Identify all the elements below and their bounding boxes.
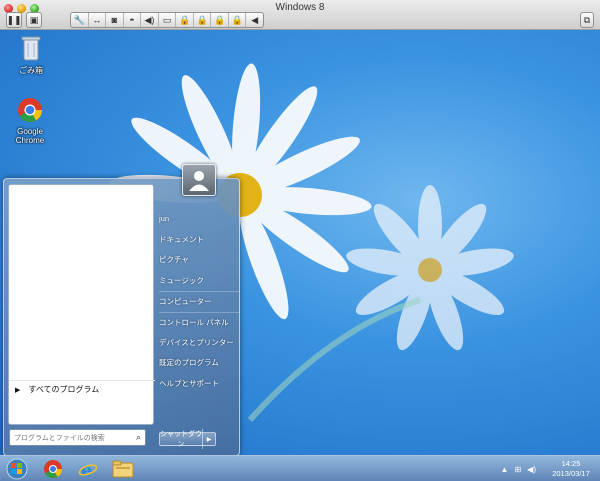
search-placeholder: プログラムとファイルの検索 [14,434,105,442]
clock-time: 14:25 [561,459,581,468]
show-hidden-icons-arrow-icon[interactable]: ▲ [501,465,509,474]
svg-text:e: e [81,460,92,479]
start-menu-programs-pane: ▶ すべてのプログラム [8,184,155,425]
start-menu: ▶ すべてのプログラム プログラムとファイルの検索 ⌕ jun ドキュメント ピ… [3,164,240,456]
taskbar-chrome-button[interactable] [38,458,68,480]
system-tray: ▲ ⊞ ◀) 14:25 2013/03/17 [501,456,600,481]
explorer-folder-icon [112,460,134,478]
wrench-icon: 🔧 [73,14,85,25]
settings-button[interactable]: 🔧 [71,13,89,27]
start-button[interactable] [2,458,32,480]
chrome-icon [18,98,42,123]
monitor-icon: ▭ [162,14,172,25]
shutdown-options-arrow-icon[interactable]: ▶ [203,436,215,443]
desktop-icon-recycle-bin[interactable]: ごみ箱 [3,35,59,76]
usb-lock-3[interactable]: 🔒 [211,13,229,27]
start-item-devices-printers[interactable]: デバイスとプリンター [159,333,239,354]
right-triangle-icon: ▶ [15,386,21,394]
lock-icon: 🔒 [196,14,208,25]
start-orb-icon [6,458,28,480]
desktop-icon-label: ごみ箱 [19,66,43,75]
lock-icon: 🔒 [231,14,243,25]
snapshot-button[interactable]: ▣ [26,12,42,28]
start-item-documents[interactable]: ドキュメント [159,230,239,251]
start-item-music[interactable]: ミュージック [159,271,239,292]
user-picture[interactable] [182,164,216,196]
lock-icon: 🔒 [178,14,191,25]
start-search-input[interactable]: プログラムとファイルの検索 ⌕ [9,429,146,446]
all-programs-label: すべてのプログラム [28,385,100,394]
start-item-default-programs[interactable]: 既定のプログラム [159,353,239,374]
snapshot-icon: ▣ [29,14,39,25]
display-button[interactable]: ▭ [159,13,177,27]
lock-icon: 🔒 [214,14,226,25]
network-icon[interactable]: ⊞ [514,465,521,474]
vm-toolbar-group: 🔧 ↔ ◙ ◓ ◀) ▭ 🔒 🔒 🔒 🔒 ◀ [70,12,264,28]
start-item-user[interactable]: jun [159,209,239,230]
recycle-bin-icon [21,36,41,61]
start-item-control-panel[interactable]: コントロール パネル [159,311,239,333]
disk-button[interactable]: ◙ [106,13,124,27]
start-item-computer[interactable]: コンピューター [159,291,239,312]
toolbar-scroll-left[interactable]: ◀ [246,13,263,27]
pause-icon: ❚❚ [6,14,22,25]
usb-lock-2[interactable]: 🔒 [194,13,212,27]
left-arrow-icon: ◀ [251,14,259,25]
chrome-icon [44,460,63,479]
taskbar-explorer-button[interactable] [108,458,138,480]
usb-lock-4[interactable]: 🔒 [229,13,247,27]
disk-icon: ◙ [111,15,118,25]
clock-date: 2013/03/17 [552,469,590,478]
vm-window-titlebar: Windows 8 ❚❚ ▣ 🔧 ↔ ◙ ◓ ◀) ▭ 🔒 🔒 🔒 🔒 ◀ ⧉ [0,0,600,30]
taskbar: e ▲ ⊞ ◀) 14:25 2013/03/17 [0,455,600,481]
internet-explorer-icon: e [78,460,98,479]
user-avatar-icon [189,171,209,191]
shutdown-label: シャットダウン [160,429,203,449]
speaker-icon: ◀) [144,14,155,25]
pause-button[interactable]: ❚❚ [6,12,22,28]
camera-button[interactable]: ◓ [124,13,142,27]
desktop-icon-google-chrome[interactable]: Google Chrome [2,97,58,145]
start-item-help-support[interactable]: ヘルプとサポート [159,374,239,395]
search-icon: ⌕ [135,432,141,442]
usb-lock-1[interactable]: 🔒 [176,13,194,27]
camera-icon: ◓ [129,15,135,25]
sound-button[interactable]: ◀) [141,13,159,27]
start-menu-right-pane: jun ドキュメント ピクチャ ミュージック コンピューター コントロール パネ… [159,209,239,394]
resize-button[interactable]: ↔ [89,13,107,27]
taskbar-clock[interactable]: 14:25 2013/03/17 [542,459,600,479]
shutdown-button[interactable]: シャットダウン ▶ [159,429,216,449]
all-programs-item[interactable]: ▶ すべてのプログラム [9,380,155,398]
start-item-pictures[interactable]: ピクチャ [159,250,239,271]
window-restore-icon: ⧉ [583,14,591,25]
desktop-icon-label: Google Chrome [15,127,45,145]
volume-icon[interactable]: ◀) [527,465,536,474]
fullscreen-button[interactable]: ⧉ [580,12,594,28]
taskbar-ie-button[interactable]: e [73,458,103,480]
resize-arrows-icon: ↔ [92,15,102,25]
